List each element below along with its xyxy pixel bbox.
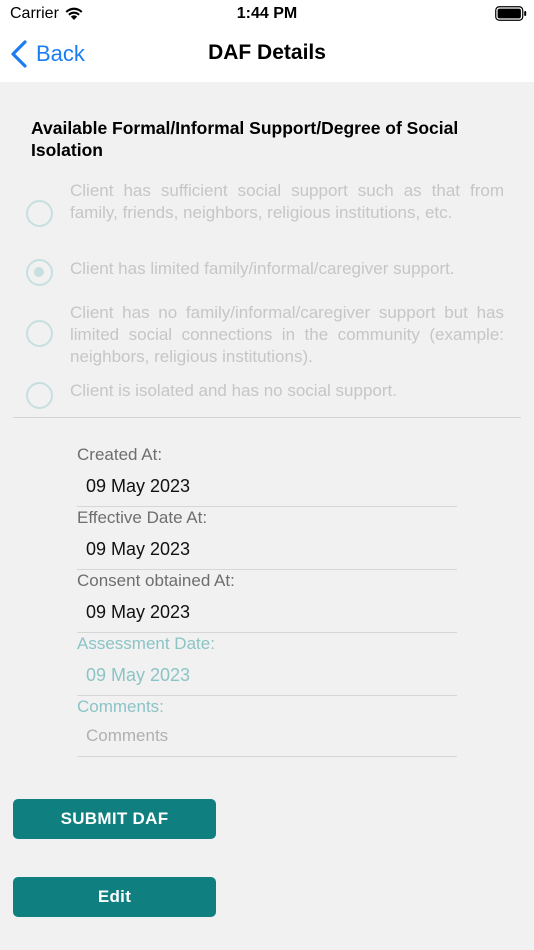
- navigation-bar: Back DAF Details: [0, 28, 534, 82]
- radio-option-label: Client is isolated and has no social sup…: [70, 381, 397, 400]
- status-bar: Carrier 1:44 PM: [0, 0, 534, 28]
- consent-obtained-value[interactable]: 09 May 2023: [86, 602, 190, 623]
- radio-selected-dot: [34, 267, 44, 277]
- section-divider: [13, 417, 521, 418]
- comments-label: Comments:: [77, 697, 164, 716]
- comments-input[interactable]: Comments: [86, 726, 168, 746]
- radio-option-limited-support[interactable]: Client has limited family/informal/careg…: [26, 258, 506, 286]
- field-underline: [77, 756, 457, 757]
- field-underline: [77, 569, 457, 570]
- radio-option-isolated[interactable]: Client is isolated and has no social sup…: [26, 380, 506, 410]
- battery-icon: [495, 6, 527, 21]
- created-at-label: Created At:: [77, 445, 163, 464]
- section-title: Available Formal/Informal Support/Degree…: [31, 118, 459, 160]
- radio-option-sufficient-support[interactable]: Client has sufficient social support suc…: [26, 180, 506, 246]
- radio-button[interactable]: [26, 382, 53, 409]
- radio-button-selected[interactable]: [26, 259, 53, 286]
- edit-button[interactable]: Edit: [13, 877, 216, 917]
- assessment-date-label: Assessment Date:: [77, 634, 215, 653]
- page-title: DAF Details: [208, 41, 326, 64]
- field-underline: [77, 632, 457, 633]
- radio-option-label: Client has no family/informal/caregiver …: [70, 303, 504, 366]
- created-at-value[interactable]: 09 May 2023: [86, 476, 190, 497]
- effective-date-value[interactable]: 09 May 2023: [86, 539, 190, 560]
- field-underline: [77, 506, 457, 507]
- submit-daf-button[interactable]: SUBMIT DAF: [13, 799, 216, 839]
- field-underline: [77, 695, 457, 696]
- radio-button[interactable]: [26, 200, 53, 227]
- radio-option-label: Client has sufficient social support suc…: [70, 181, 504, 222]
- effective-date-label: Effective Date At:: [77, 508, 208, 527]
- radio-button[interactable]: [26, 320, 53, 347]
- assessment-date-value[interactable]: 09 May 2023: [86, 665, 190, 686]
- radio-option-label: Client has limited family/informal/careg…: [70, 259, 455, 278]
- status-time: 1:44 PM: [236, 5, 298, 22]
- consent-obtained-label: Consent obtained At:: [77, 571, 235, 590]
- radio-option-no-family-support[interactable]: Client has no family/informal/caregiver …: [26, 302, 506, 368]
